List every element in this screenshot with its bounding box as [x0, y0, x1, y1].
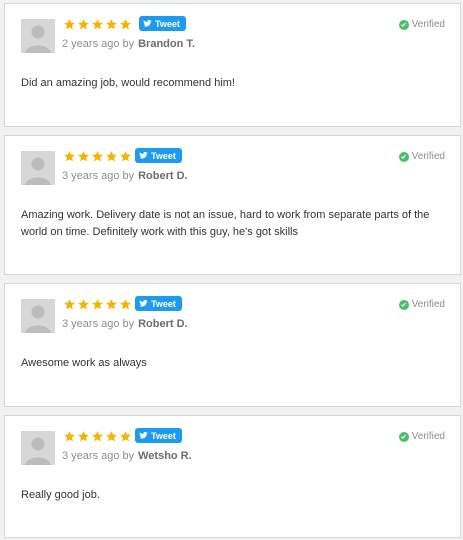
tweet-button[interactable]: Tweet: [139, 16, 186, 31]
check-icon: [398, 299, 409, 310]
star-icon: [92, 19, 103, 30]
review-author[interactable]: Wetsho R.: [138, 450, 192, 462]
verified-label: Verified: [411, 431, 445, 442]
avito-logo-icon: [356, 500, 382, 526]
check-icon: [398, 431, 409, 442]
check-icon: [398, 151, 409, 162]
review-text: Amazing work. Delivery date is not an is…: [21, 209, 430, 238]
star-icon: [92, 431, 103, 442]
star-icon: [64, 431, 75, 442]
twitter-bird-icon: [139, 151, 148, 159]
check-icon: [398, 19, 409, 30]
star-icon: [92, 151, 103, 162]
by-label: by: [122, 450, 135, 462]
avatar: [21, 431, 55, 465]
review-card: Tweet 2 years ago by Brandon T. Verified D…: [4, 3, 461, 127]
avito-watermark: Avito: [356, 500, 443, 526]
star-icon: [120, 299, 131, 310]
star-rating: [63, 18, 132, 31]
tweet-label: Tweet: [151, 430, 176, 441]
watermark-text: Avito: [386, 500, 443, 525]
star-icon: [64, 299, 75, 310]
star-icon: [78, 151, 89, 162]
review-author[interactable]: Robert D.: [138, 318, 188, 330]
star-icon: [120, 151, 131, 162]
review-author[interactable]: Robert D.: [138, 170, 188, 182]
star-icon: [120, 431, 131, 442]
star-icon: [78, 19, 89, 30]
star-rating: [63, 150, 132, 163]
star-icon: [64, 19, 75, 30]
avatar: [21, 151, 55, 185]
by-label: by: [122, 38, 135, 50]
star-icon: [106, 19, 117, 30]
review-time: 3 years ago: [62, 170, 120, 182]
review-meta: 2 years ago by Brandon T.: [62, 38, 195, 50]
star-icon: [106, 299, 117, 310]
verified-label: Verified: [411, 151, 445, 162]
tweet-label: Tweet: [151, 150, 176, 161]
tweet-label: Tweet: [151, 298, 176, 309]
by-label: by: [122, 170, 135, 182]
verified-label: Verified: [411, 299, 445, 310]
review-time: 3 years ago: [62, 318, 120, 330]
tweet-button[interactable]: Tweet: [135, 428, 182, 443]
review-card: Tweet 3 years ago by Robert D. Verified Aw…: [4, 283, 461, 407]
review-time: 3 years ago: [62, 450, 120, 462]
review-text: Awesome work as always: [21, 357, 147, 369]
verified-badge: Verified: [398, 299, 445, 310]
twitter-bird-icon: [139, 431, 148, 439]
star-rating: [63, 298, 132, 311]
by-label: by: [122, 318, 135, 330]
review-card: Tweet 3 years ago by Robert D. Verified Am…: [4, 135, 461, 275]
avatar: [21, 19, 55, 53]
star-icon: [120, 19, 131, 30]
verified-badge: Verified: [398, 19, 445, 30]
star-icon: [64, 151, 75, 162]
review-meta: 3 years ago by Robert D.: [62, 170, 188, 182]
star-icon: [92, 299, 103, 310]
star-rating: [63, 430, 132, 443]
review-time: 2 years ago: [62, 38, 120, 50]
avatar: [21, 299, 55, 333]
verified-label: Verified: [411, 19, 445, 30]
tweet-button[interactable]: Tweet: [135, 296, 182, 311]
star-icon: [106, 151, 117, 162]
verified-badge: Verified: [398, 431, 445, 442]
review-text: Did an amazing job, would recommend him!: [21, 77, 235, 89]
twitter-bird-icon: [143, 19, 152, 27]
star-icon: [106, 431, 117, 442]
twitter-bird-icon: [139, 299, 148, 307]
verified-badge: Verified: [398, 151, 445, 162]
review-meta: 3 years ago by Robert D.: [62, 318, 188, 330]
star-icon: [78, 299, 89, 310]
star-icon: [78, 431, 89, 442]
review-meta: 3 years ago by Wetsho R.: [62, 450, 192, 462]
review-author[interactable]: Brandon T.: [138, 38, 195, 50]
tweet-label: Tweet: [155, 18, 180, 29]
tweet-button[interactable]: Tweet: [135, 148, 182, 163]
